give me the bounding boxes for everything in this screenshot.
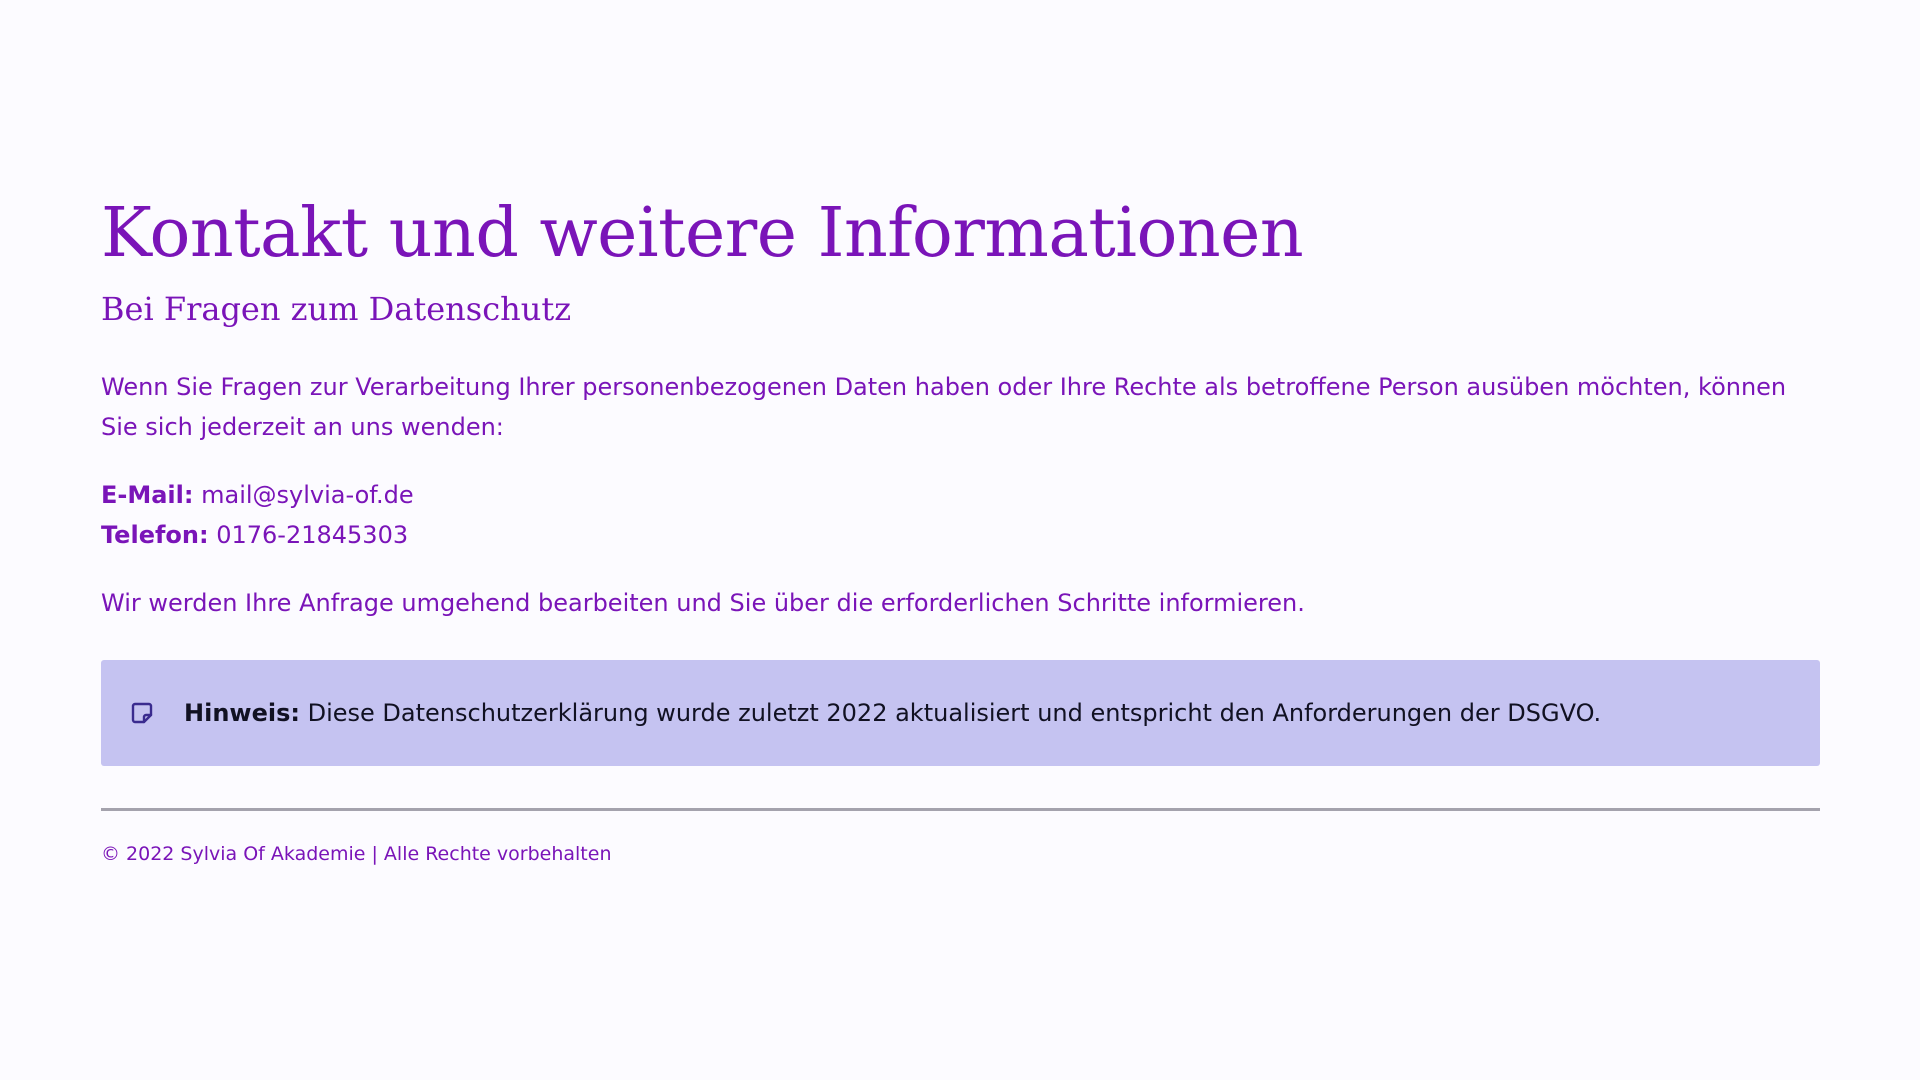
note-text: Hinweis: Diese Datenschutzerklärung wurd…: [184, 699, 1601, 727]
contact-details: E-Mail: mail@sylvia-of.de Telefon: 0176-…: [101, 475, 1820, 555]
email-label: E-Mail:: [101, 481, 194, 509]
contact-section: Kontakt und weitere Informationen Bei Fr…: [101, 200, 1820, 623]
phone-line: Telefon: 0176-21845303: [101, 515, 1820, 555]
email-link[interactable]: mail@sylvia-of.de: [201, 481, 414, 509]
page-title: Kontakt und weitere Informationen: [101, 194, 1304, 273]
phone-value: 0176-21845303: [216, 521, 409, 549]
note-box: Hinweis: Diese Datenschutzerklärung wurd…: [101, 660, 1820, 766]
footer-copyright: © 2022 Sylvia Of Akademie | Alle Rechte …: [101, 843, 612, 865]
sticky-note-icon: [130, 701, 154, 725]
phone-label: Telefon:: [101, 521, 209, 549]
intro-paragraph: Wenn Sie Fragen zur Verarbeitung Ihrer p…: [101, 373, 1787, 441]
note-message: Diese Datenschutzerklärung wurde zuletzt…: [307, 699, 1602, 727]
closing-paragraph: Wir werden Ihre Anfrage umgehend bearbei…: [101, 589, 1305, 617]
note-label: Hinweis:: [184, 699, 300, 727]
email-line: E-Mail: mail@sylvia-of.de: [101, 475, 1820, 515]
footer-divider: [101, 808, 1820, 811]
section-subtitle: Bei Fragen zum Datenschutz: [101, 290, 572, 328]
